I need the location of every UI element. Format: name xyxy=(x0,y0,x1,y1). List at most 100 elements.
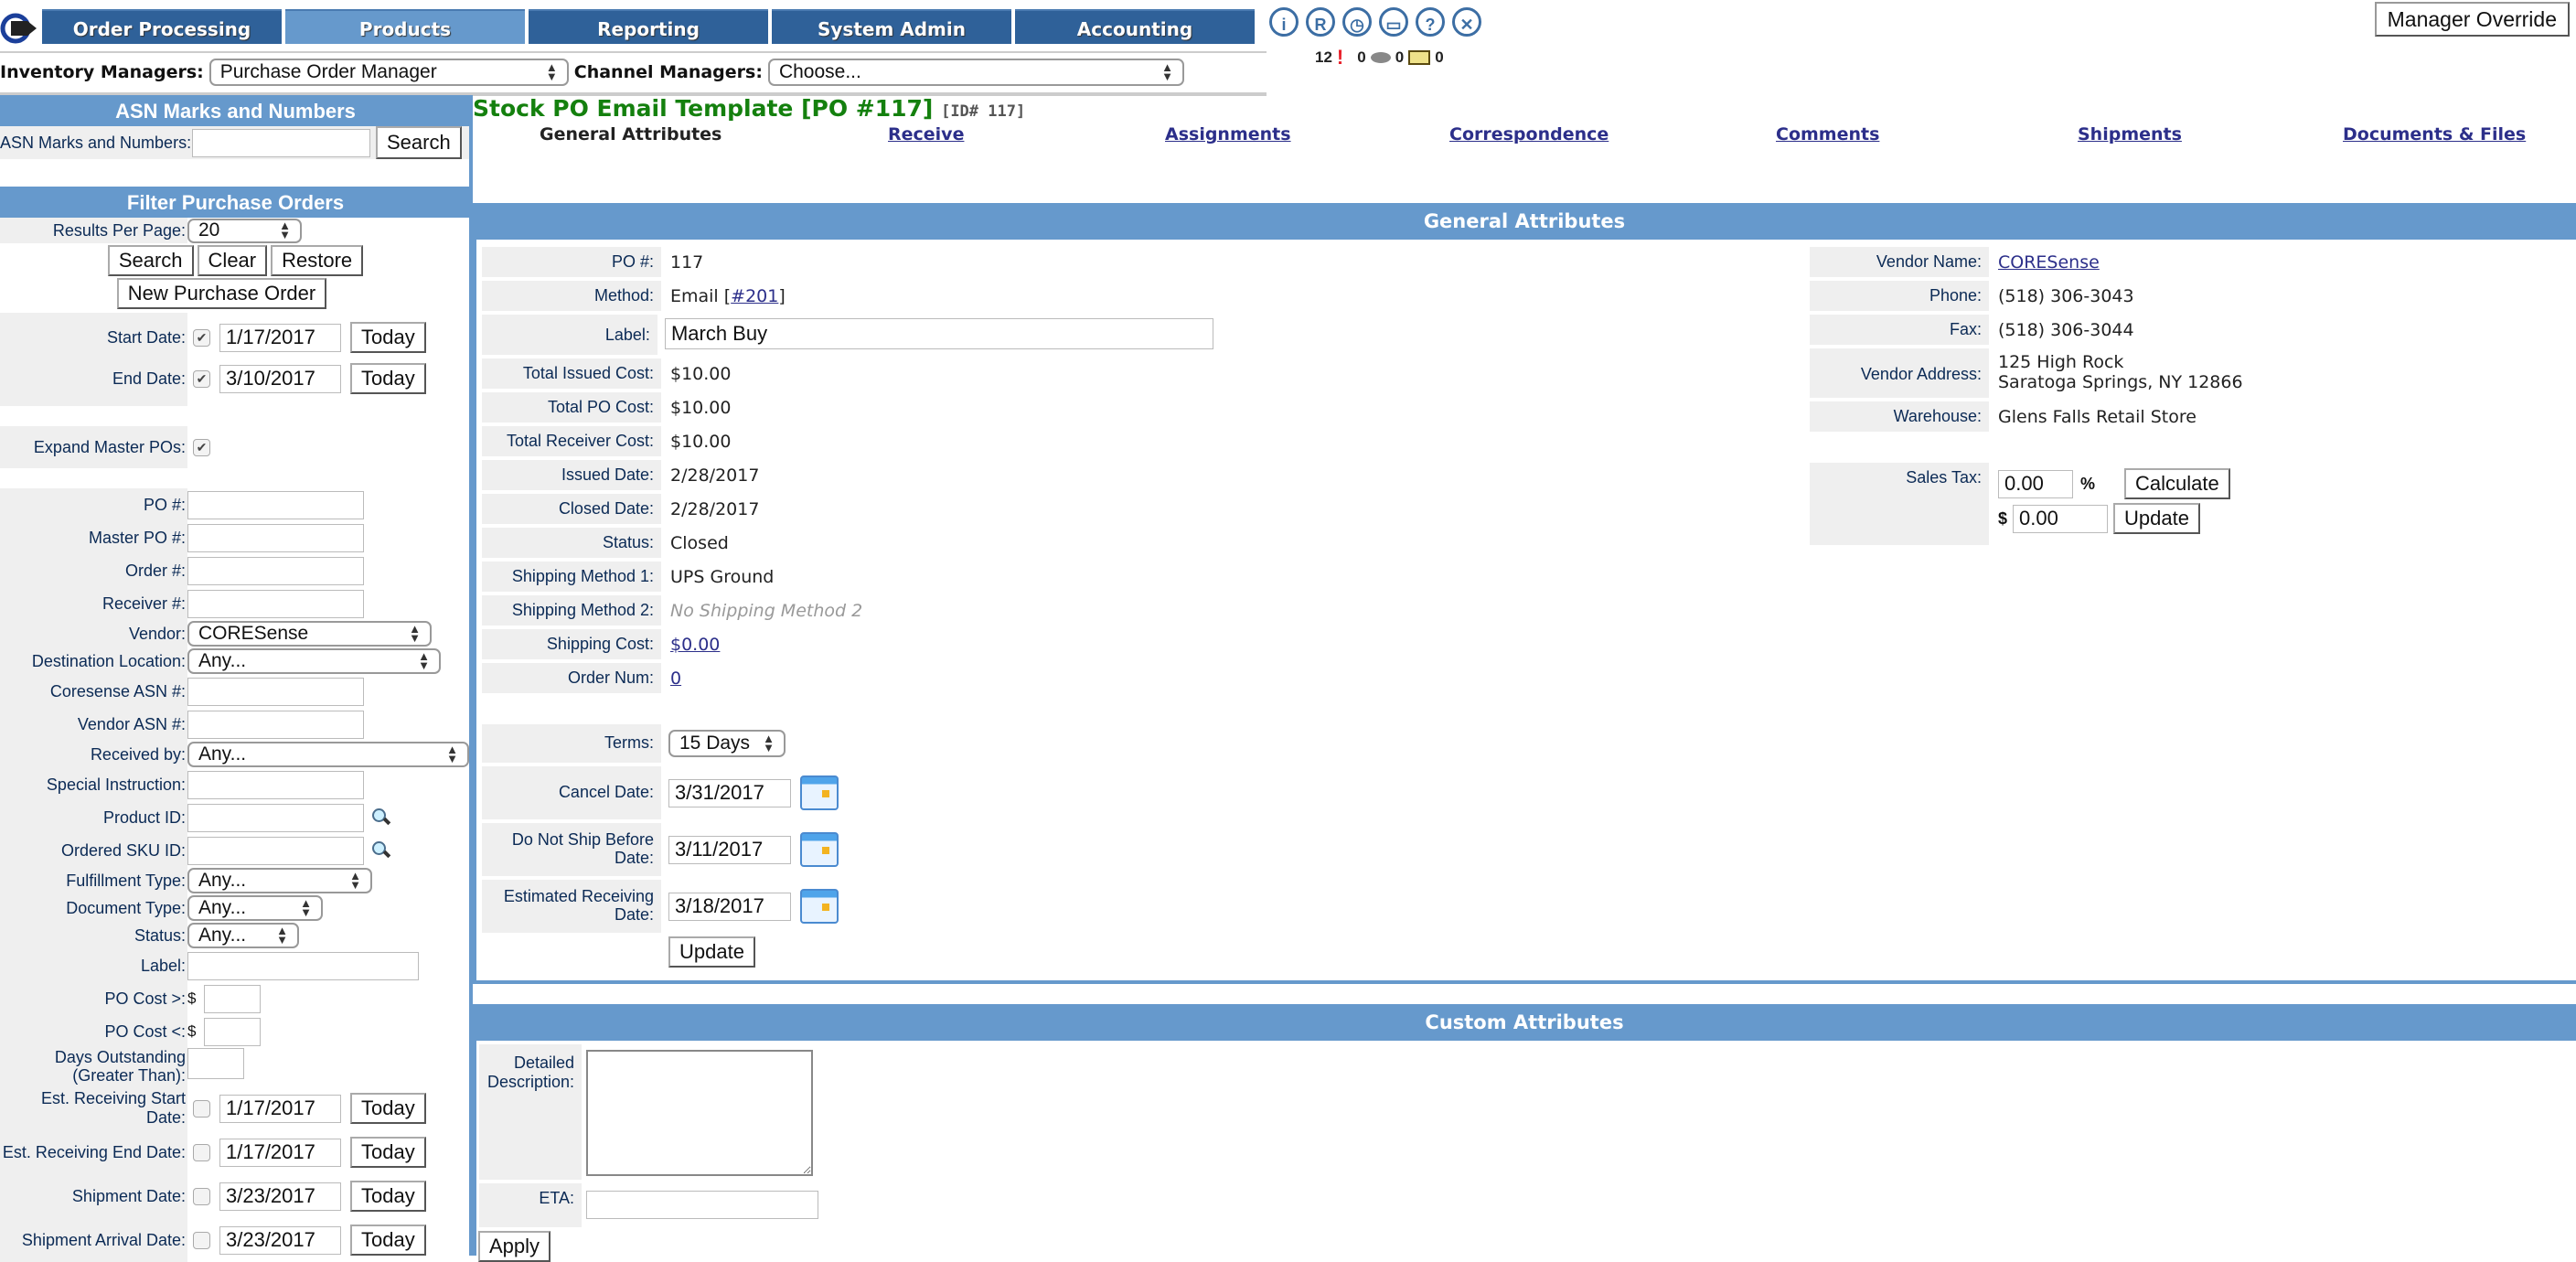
calendar-icon[interactable] xyxy=(800,775,839,810)
est-receiving-date-input[interactable]: 3/18/2017 xyxy=(668,892,791,921)
channel-managers-select[interactable]: Choose... ▲ ▼ xyxy=(767,59,1184,86)
chat-bubble-icon[interactable] xyxy=(1370,52,1391,63)
status-select[interactable]: Any... ▲ ▼ xyxy=(187,923,299,948)
detailed-description-textarea[interactable] xyxy=(586,1050,813,1176)
start-date-checkbox[interactable]: ✔ xyxy=(193,328,210,347)
general-update-button[interactable]: Update xyxy=(668,936,755,968)
currency-symbol: $ xyxy=(187,1022,197,1040)
fulfillment-type-select[interactable]: Any... ▲ ▼ xyxy=(187,868,372,893)
subtab-documents-files[interactable]: Documents & Files xyxy=(2343,124,2526,144)
vendor-label: Vendor: xyxy=(128,624,186,643)
monitor-icon[interactable]: ▭ xyxy=(1379,7,1408,37)
subtab-shipments[interactable]: Shipments xyxy=(2078,124,2182,144)
special-instruction-input[interactable] xyxy=(187,770,364,799)
order-number-input[interactable] xyxy=(187,556,364,585)
channel-managers-value: Choose... xyxy=(778,61,861,82)
product-search-icon[interactable] xyxy=(371,807,391,828)
new-purchase-order-button[interactable]: New Purchase Order xyxy=(116,278,327,309)
eta-input[interactable] xyxy=(586,1191,818,1219)
vendor-asn-input[interactable] xyxy=(187,710,364,739)
help-icon[interactable]: ? xyxy=(1416,7,1445,37)
start-date-input[interactable]: 1/17/2017 xyxy=(219,323,341,352)
cancel-date-input[interactable]: 3/31/2017 xyxy=(668,778,791,807)
sku-search-icon[interactable] xyxy=(371,840,391,861)
r-icon[interactable]: R xyxy=(1306,7,1335,37)
ordered-sku-input[interactable] xyxy=(187,836,364,865)
sales-tax-amount-input[interactable]: 0.00 xyxy=(2013,504,2109,533)
subtab-assignments[interactable]: Assignments xyxy=(1165,124,1291,144)
general-attributes-heading: General Attributes xyxy=(473,203,2576,240)
po-cost-gt-input[interactable] xyxy=(204,984,261,1013)
envelope-icon[interactable] xyxy=(1408,50,1431,65)
receiver-number-input[interactable] xyxy=(187,589,364,618)
label-filter-input[interactable] xyxy=(187,951,419,980)
tab-order-processing[interactable]: Order Processing xyxy=(42,9,282,44)
destination-select[interactable]: Any... ▲ ▼ xyxy=(187,648,441,674)
order-num-link[interactable]: 0 xyxy=(670,668,681,689)
app-logo[interactable] xyxy=(0,13,40,44)
alert-icon[interactable]: ! xyxy=(1337,46,1343,70)
vendor-name-link[interactable]: CORESense xyxy=(1998,252,2100,273)
end-date-checkbox[interactable]: ✔ xyxy=(193,369,210,388)
po-cost-lt-input[interactable] xyxy=(204,1017,261,1046)
est-receiving-end-today-button[interactable]: Today xyxy=(350,1137,426,1168)
shipment-arrival-today-button[interactable]: Today xyxy=(350,1225,426,1256)
subtab-comments[interactable]: Comments xyxy=(1776,124,1879,144)
calculate-button[interactable]: Calculate xyxy=(2124,468,2230,499)
do-not-ship-before-input[interactable]: 3/11/2017 xyxy=(668,835,791,864)
shipment-arrival-input[interactable]: 3/23/2017 xyxy=(219,1225,341,1255)
master-po-input[interactable] xyxy=(187,523,364,552)
results-per-page-select[interactable]: 20 ▲ ▼ xyxy=(187,218,302,243)
est-receiving-end-checkbox[interactable] xyxy=(193,1143,210,1161)
received-by-select[interactable]: Any... ▲ ▼ xyxy=(187,742,469,767)
shipment-date-checkbox[interactable] xyxy=(193,1187,210,1205)
start-date-today-button[interactable]: Today xyxy=(350,322,426,353)
calendar-icon[interactable] xyxy=(800,889,839,924)
shipment-date-today-button[interactable]: Today xyxy=(350,1181,426,1212)
sales-tax-percent-input[interactable]: 0.00 xyxy=(1998,469,2073,498)
label-field-input[interactable]: March Buy xyxy=(664,318,1213,349)
sales-tax-update-button[interactable]: Update xyxy=(2113,503,2200,534)
close-icon[interactable]: ✕ xyxy=(1452,7,1481,37)
asn-search-button[interactable]: Search xyxy=(376,126,462,159)
est-receiving-start-input[interactable]: 1/17/2017 xyxy=(219,1094,341,1123)
manager-override-button[interactable]: Manager Override xyxy=(2374,2,2570,37)
tab-system-admin[interactable]: System Admin xyxy=(772,9,1011,44)
method-link[interactable]: #201 xyxy=(731,286,778,306)
tab-accounting[interactable]: Accounting xyxy=(1015,9,1255,44)
shipping-cost-link[interactable]: $0.00 xyxy=(670,635,720,655)
subtab-general-attributes[interactable]: General Attributes xyxy=(540,124,721,144)
expand-master-checkbox[interactable]: ✔ xyxy=(193,438,210,456)
calendar-icon[interactable] xyxy=(800,832,839,867)
document-type-select[interactable]: Any... ▲ ▼ xyxy=(187,895,323,921)
id-tag: [ID# 117] xyxy=(941,102,1026,121)
asn-input[interactable] xyxy=(192,128,370,157)
filter-restore-button[interactable]: Restore xyxy=(271,245,364,276)
end-date-today-button[interactable]: Today xyxy=(350,363,426,394)
coresense-asn-input[interactable] xyxy=(187,677,364,706)
custom-attributes-panel: Custom Attributes Detailed Description: … xyxy=(473,1004,2576,1262)
days-outstanding-input[interactable] xyxy=(187,1048,244,1079)
po-number-input[interactable] xyxy=(187,490,364,519)
tab-reporting[interactable]: Reporting xyxy=(529,9,768,44)
shipment-arrival-checkbox[interactable] xyxy=(193,1231,210,1249)
subtab-correspondence[interactable]: Correspondence xyxy=(1449,124,1609,144)
shipment-date-input[interactable]: 3/23/2017 xyxy=(219,1182,341,1211)
apply-button[interactable]: Apply xyxy=(478,1231,551,1262)
inventory-managers-select[interactable]: Purchase Order Manager ▲ ▼ xyxy=(208,59,569,86)
est-receiving-end-label: Est. Receiving End Date: xyxy=(2,1142,186,1161)
info-icon[interactable]: i xyxy=(1269,7,1299,37)
clock-icon[interactable]: ◷ xyxy=(1342,7,1372,37)
subtab-receive[interactable]: Receive xyxy=(888,124,964,144)
est-receiving-end-input[interactable]: 1/17/2017 xyxy=(219,1138,341,1167)
vendor-select[interactable]: CORESense ▲ ▼ xyxy=(187,621,432,647)
terms-select[interactable]: 15 Days ▲ ▼ xyxy=(668,730,786,757)
total-po-cost-value: $10.00 xyxy=(670,398,732,418)
filter-search-button[interactable]: Search xyxy=(107,245,194,276)
tab-products[interactable]: Products xyxy=(285,9,525,44)
est-receiving-start-today-button[interactable]: Today xyxy=(350,1093,426,1124)
filter-clear-button[interactable]: Clear xyxy=(197,245,268,276)
est-receiving-start-checkbox[interactable] xyxy=(193,1099,210,1118)
product-id-input[interactable] xyxy=(187,803,364,832)
end-date-input[interactable]: 3/10/2017 xyxy=(219,364,341,393)
